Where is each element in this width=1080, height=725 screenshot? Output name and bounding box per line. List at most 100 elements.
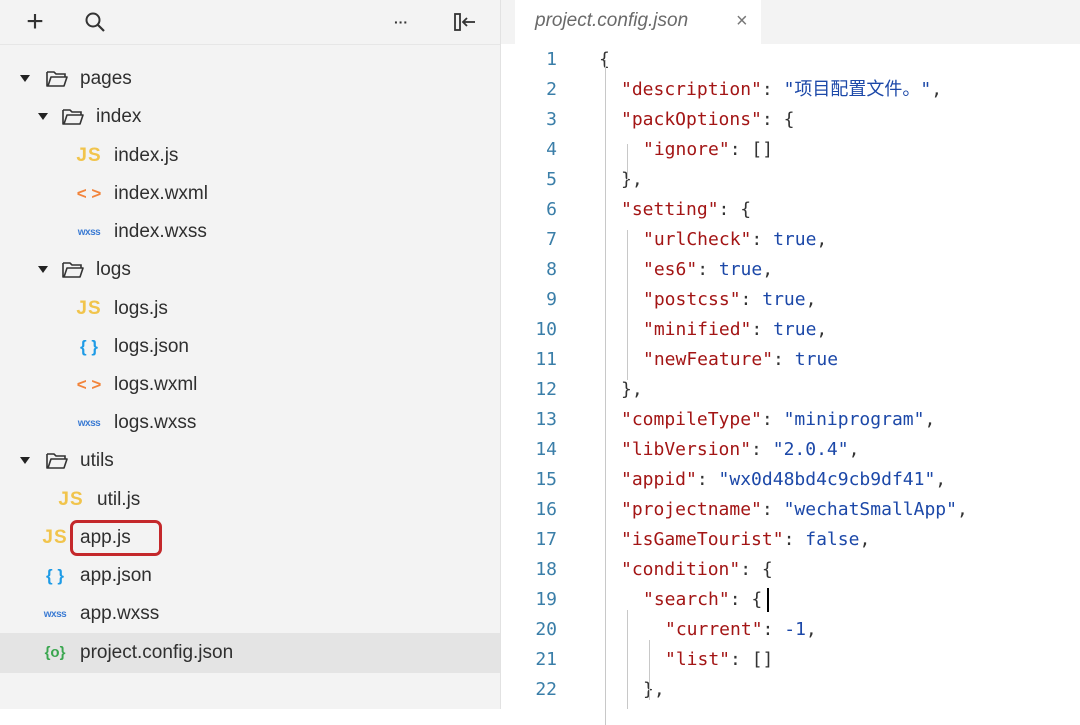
code-token: true [773, 229, 817, 250]
tree-file[interactable]: wxss logs.wxss [0, 404, 500, 442]
code-text: "setting": { [621, 195, 751, 225]
indent-guide [627, 230, 628, 380]
line-number: 13 [535, 409, 557, 430]
code-token: "wechatSmallApp" [783, 499, 957, 520]
line-number: 4 [546, 139, 557, 160]
tab-project-config[interactable]: project.config.json × [515, 0, 761, 44]
code-token: "isGameTourist" [621, 529, 784, 550]
code-token: "ignore" [643, 139, 730, 160]
code-area[interactable]: 1{2 "description": "项目配置文件。", 3 "packOption… [501, 44, 1080, 725]
tree-item-label: util.js [97, 489, 141, 510]
code-text: "newFeature": true [643, 345, 838, 375]
code-token: , [848, 439, 860, 460]
code-token: : [697, 259, 719, 280]
code-text: "current": -1, [665, 615, 817, 645]
code-token: : [773, 349, 795, 370]
js-file-icon: JS [76, 298, 102, 319]
line-number: 14 [535, 439, 557, 460]
folder-open-icon [45, 451, 69, 471]
code-line: 2 "description": "项目配置文件。", [501, 75, 1080, 105]
tree-file[interactable]: {o} project.config.json [0, 633, 500, 673]
code-token: , [816, 319, 828, 340]
code-text: "search": { [643, 585, 762, 615]
expand-arrow-icon[interactable] [20, 75, 30, 82]
code-line: 22}, [501, 675, 1080, 705]
code-token: , [931, 79, 943, 100]
wxss-file-icon: wxss [77, 226, 101, 238]
code-text: "minified": true, [643, 315, 827, 345]
json-file-icon: { } [80, 337, 98, 356]
line-number: 10 [535, 319, 557, 340]
code-token: : [762, 619, 785, 640]
code-token: }, [621, 169, 643, 190]
tree-folder[interactable]: index [0, 98, 500, 136]
code-token: true [718, 259, 763, 280]
code-line: 15 "appid": "wx0d48bd4c9cb9df41", [501, 465, 1080, 495]
tree-file[interactable]: { } app.json [0, 557, 500, 595]
close-icon[interactable]: × [736, 10, 748, 33]
toolbar-divider [0, 44, 500, 45]
code-token: , [935, 469, 947, 490]
code-token: "newFeature" [643, 349, 774, 370]
tree-file[interactable]: JS index.js [0, 137, 500, 175]
tree-item-label: index.wxml [114, 183, 208, 204]
code-token: : [783, 529, 806, 550]
code-token: : { [761, 109, 795, 130]
code-token: : [] [730, 649, 774, 670]
line-number: 3 [546, 109, 557, 130]
indent-guide [649, 640, 650, 700]
tree-file[interactable]: { } logs.json [0, 328, 500, 366]
code-token: "compileType" [621, 409, 762, 430]
tree-folder[interactable]: logs [0, 251, 500, 289]
wxss-file-icon: wxss [43, 608, 67, 620]
ellipsis-icon[interactable]: ··· [388, 8, 414, 36]
code-token: , [924, 409, 936, 430]
code-token: "wx0d48bd4c9cb9df41" [718, 469, 936, 490]
tree-folder[interactable]: utils [0, 442, 500, 480]
code-text: "compileType": "miniprogram", [621, 405, 935, 435]
code-token: "list" [665, 649, 731, 670]
tree-item-label: index.js [114, 145, 179, 166]
expand-arrow-icon[interactable] [38, 113, 48, 120]
code-token: : [740, 289, 763, 310]
code-token: "miniprogram" [783, 409, 925, 430]
line-number: 22 [535, 679, 557, 700]
code-text: "postcss": true, [643, 285, 816, 315]
tree-item-label: logs.json [114, 336, 189, 357]
tree-file[interactable]: wxss app.wxss [0, 595, 500, 633]
code-text: "appid": "wx0d48bd4c9cb9df41", [621, 465, 946, 495]
tree-file[interactable]: JS util.js [0, 481, 500, 519]
code-token: "项目配置文件。" [783, 79, 932, 100]
code-token: : [761, 409, 784, 430]
tree-item-label: app.wxss [80, 603, 160, 624]
code-token: "condition" [621, 559, 741, 580]
code-line: 7 "urlCheck": true, [501, 225, 1080, 255]
line-number: 11 [535, 349, 557, 370]
code-token: true [794, 349, 839, 370]
expand-arrow-icon[interactable] [20, 457, 30, 464]
code-text: "es6": true, [643, 255, 773, 285]
collapse-sidebar-icon[interactable] [452, 8, 478, 36]
code-text: "projectname": "wechatSmallApp", [621, 495, 968, 525]
folder-open-icon [61, 260, 85, 280]
line-number: 20 [535, 619, 557, 640]
code-token: true [773, 319, 817, 340]
code-token: "postcss" [643, 289, 741, 310]
tree-file[interactable]: wxss index.wxss [0, 213, 500, 251]
tree-item-label: index [96, 106, 142, 127]
tree-folder[interactable]: pages [0, 60, 500, 98]
plus-icon[interactable]: + [22, 5, 48, 38]
code-line: 13 "compileType": "miniprogram", [501, 405, 1080, 435]
tree-file[interactable]: < > index.wxml [0, 175, 500, 213]
tree-item-label: logs [96, 259, 131, 280]
code-line: 21 "list": [] [501, 645, 1080, 675]
tree-file[interactable]: JS logs.js [0, 290, 500, 328]
tree-item-label: logs.wxml [114, 374, 198, 395]
expand-arrow-icon[interactable] [38, 266, 48, 273]
search-icon[interactable] [82, 8, 108, 36]
code-line: 1{ [501, 45, 1080, 75]
config-file-icon: {o} [44, 643, 66, 661]
line-number: 12 [535, 379, 557, 400]
tree-file[interactable]: < > logs.wxml [0, 366, 500, 404]
code-token: : [761, 499, 784, 520]
